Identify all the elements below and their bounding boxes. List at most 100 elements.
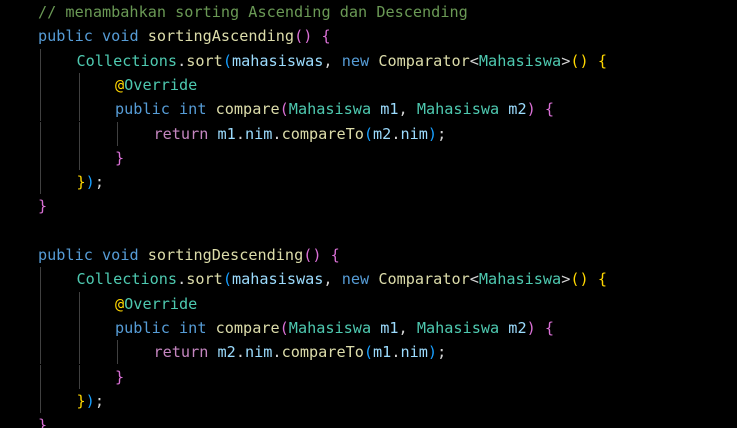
code-token-type: Mahasiswa	[416, 100, 500, 119]
code-token-plain: ,	[398, 100, 417, 119]
code-token-variable: m1	[380, 318, 399, 337]
code-token-bracket3: (	[363, 343, 374, 362]
code-token-keyword: int	[179, 318, 207, 337]
code-token-plain: <	[469, 270, 479, 289]
code-line: return m1.nim.compareTo(m2.nim);	[154, 122, 447, 146]
code-token-variable: mahasiswas	[231, 51, 324, 70]
indent-guide	[40, 340, 41, 365]
code-token-function: compare	[215, 318, 280, 337]
code-token-type: Collections	[76, 51, 178, 70]
indent-guide	[40, 145, 41, 171]
code-token-plain: ,	[398, 318, 417, 337]
code-token-bracket2: )	[526, 100, 536, 119]
indent-guide	[40, 170, 41, 195]
code-token-plain: >	[561, 51, 571, 70]
code-token-plain: .	[272, 124, 282, 143]
code-token-type: Collections	[76, 270, 178, 289]
code-token-bracket2: {	[544, 100, 555, 119]
code-token-bracket3: )	[85, 391, 95, 410]
code-line: @Override	[115, 292, 197, 316]
code-token-function: compareTo	[281, 343, 364, 362]
code-token-plain: ,	[323, 270, 342, 289]
code-token-plain: ;	[437, 343, 447, 362]
indent-guide	[40, 388, 41, 414]
code-token-keyword: new	[341, 51, 370, 70]
code-token-bracket3: )	[85, 173, 95, 192]
code-line: Collections.sort(mahasiswas, new Compara…	[77, 49, 607, 73]
code-token-variable: m1	[380, 100, 399, 119]
code-token-control: return	[153, 343, 209, 362]
indent-guide	[78, 121, 80, 146]
code-token-variable: m2	[508, 318, 527, 337]
code-token-plain: .	[235, 343, 245, 362]
code-token-type: Override	[124, 294, 198, 313]
code-line: });	[77, 170, 104, 194]
code-token-bracket3: )	[427, 124, 438, 143]
indent-guide	[78, 72, 80, 98]
code-line: public void sortingAscending() {	[38, 24, 331, 48]
code-token-bracket1: }	[76, 391, 86, 410]
code-token-function: compare	[215, 100, 280, 119]
code-token-type: Mahasiswa	[478, 51, 562, 70]
code-token-type: Mahasiswa	[416, 318, 500, 337]
code-token-bracket2: {	[330, 246, 340, 264]
code-token-function: sort	[186, 270, 223, 289]
code-token-type: Mahasiswa	[478, 270, 562, 289]
code-token-keyword: public	[38, 246, 93, 264]
code-line: public int compare(Mahasiswa m1, Mahasis…	[115, 97, 554, 121]
code-token-variable: m2	[373, 124, 392, 143]
code-token-function: sortingDescending	[147, 246, 304, 264]
code-token-variable: m1	[373, 343, 392, 362]
indent-guide	[117, 340, 118, 365]
code-token-plain: .	[272, 343, 282, 362]
code-line: }	[115, 365, 124, 389]
code-token-plain: <	[469, 51, 479, 70]
code-token-type: Mahasiswa	[288, 100, 372, 119]
code-token-bracket2: {	[321, 27, 331, 46]
code-token-plain: .	[177, 51, 187, 70]
code-token-variable: nim	[244, 124, 273, 143]
code-token-bracket3: )	[427, 343, 438, 362]
code-token-bracket2: }	[38, 197, 48, 216]
indent-guide	[40, 267, 41, 292]
code-token-bracket2: }	[115, 148, 125, 167]
code-token-bracket3: (	[222, 270, 232, 289]
indent-guide	[40, 364, 41, 389]
code-token-plain: .	[235, 124, 245, 143]
indent-guide	[40, 121, 41, 146]
code-line: Collections.sort(mahasiswas, new Compara…	[77, 267, 607, 291]
code-token-bracket1: {	[597, 270, 607, 289]
code-token-keyword: new	[341, 270, 370, 289]
code-line: }	[38, 194, 47, 218]
code-token-keyword: void	[102, 27, 139, 46]
code-token-function: compareTo	[281, 124, 364, 143]
code-token-bracket2: }	[38, 416, 48, 428]
code-token-bracket2: (	[279, 318, 289, 337]
code-token-bracket1: @	[115, 75, 125, 94]
code-line: }	[38, 413, 47, 428]
indent-guide	[78, 97, 80, 122]
code-token-bracket2: {	[544, 318, 555, 337]
code-token-function: Comparator	[378, 270, 470, 289]
code-editor[interactable]: // menambahkan sorting Ascending dan Des…	[0, 0, 737, 428]
code-token-bracket1: ()	[570, 51, 589, 70]
code-token-function: Comparator	[378, 51, 470, 70]
code-token-bracket2: }	[115, 367, 125, 386]
indent-guide	[40, 291, 41, 316]
code-token-bracket1: {	[597, 51, 607, 70]
code-token-keyword: public	[38, 27, 93, 46]
code-line: }	[115, 146, 124, 170]
